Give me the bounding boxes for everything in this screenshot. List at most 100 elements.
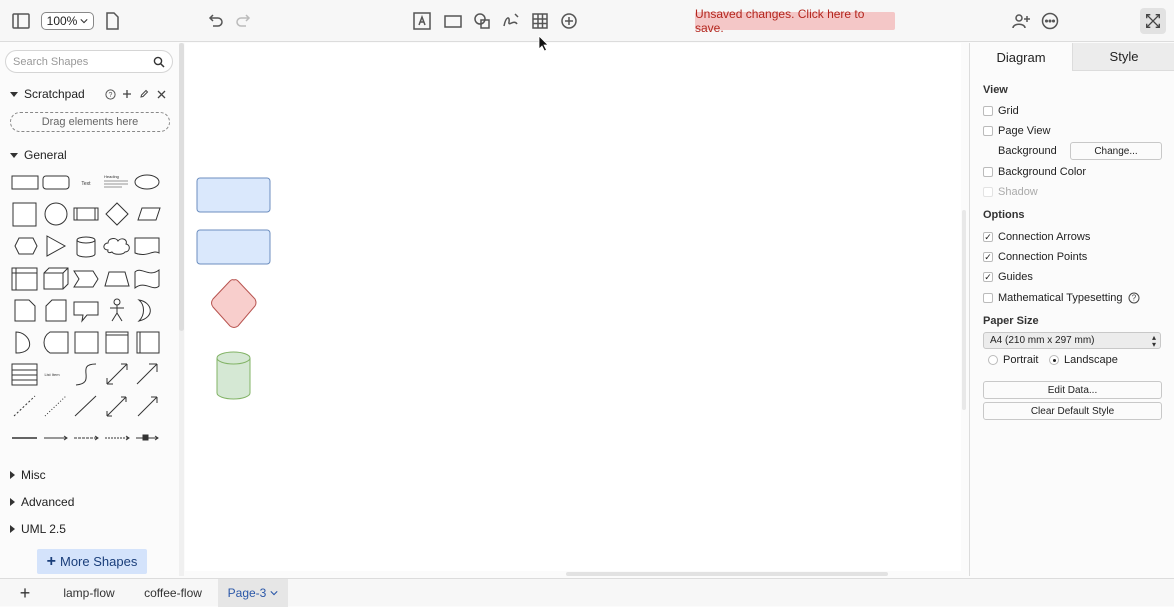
undo-icon[interactable] — [203, 9, 227, 33]
page-tab-coffee-flow[interactable]: coffee-flow — [130, 579, 216, 607]
shape-hexagon[interactable] — [14, 237, 38, 255]
shape-document[interactable] — [134, 237, 160, 256]
canvas-rectangle-2[interactable] — [196, 229, 271, 265]
change-background-button[interactable]: Change... — [1070, 142, 1162, 160]
shape-text[interactable]: Text — [81, 181, 91, 187]
shape-triangle[interactable] — [46, 235, 67, 257]
shape-frame[interactable] — [136, 331, 160, 354]
portrait-radio[interactable] — [988, 355, 998, 365]
freehand-icon[interactable] — [499, 9, 523, 33]
connection-arrows-checkbox[interactable]: ✓ — [983, 232, 993, 242]
shape-ellipse[interactable] — [134, 174, 160, 190]
landscape-option[interactable]: Landscape — [1049, 354, 1118, 366]
paper-size-select[interactable]: A4 (210 mm x 297 mm) ▴ ▾ — [983, 332, 1161, 349]
shape-list-item[interactable]: List Item — [44, 372, 60, 377]
shape-actor[interactable] — [110, 298, 124, 322]
help-icon[interactable]: ? — [1128, 292, 1140, 304]
canvas-horizontal-scrollbar[interactable] — [566, 572, 888, 576]
help-icon[interactable]: ? — [104, 88, 116, 100]
page-view-checkbox[interactable] — [983, 126, 993, 136]
page-tab-lamp-flow[interactable]: lamp-flow — [50, 579, 128, 607]
shape-list[interactable] — [11, 363, 38, 386]
shadow-checkbox[interactable] — [983, 187, 993, 197]
shape-dotted-connector[interactable] — [105, 435, 130, 441]
shape-arrow[interactable] — [136, 363, 158, 385]
close-icon[interactable] — [155, 88, 167, 100]
canvas-vertical-scrollbar[interactable] — [962, 210, 966, 410]
connection-points-option[interactable]: ✓ Connection Points — [983, 251, 1087, 263]
shape-container[interactable] — [105, 331, 129, 354]
grid-checkbox[interactable] — [983, 106, 993, 116]
section-misc[interactable]: Misc — [10, 468, 46, 482]
search-shapes-field[interactable] — [5, 50, 173, 73]
chevron-down-icon[interactable] — [270, 589, 278, 597]
section-advanced[interactable]: Advanced — [10, 495, 74, 509]
math-typesetting-checkbox[interactable] — [983, 293, 993, 303]
shape-heading[interactable]: Heading — [104, 174, 128, 188]
page-view-option[interactable]: Page View — [983, 125, 1050, 137]
shape-trapezoid[interactable] — [104, 271, 130, 287]
shape-rounded-rectangle[interactable] — [42, 175, 70, 190]
shape-square[interactable] — [12, 202, 37, 227]
shape-data-storage[interactable] — [43, 331, 69, 354]
share-icon[interactable] — [1009, 9, 1033, 33]
shape-step[interactable] — [73, 270, 99, 288]
shapes-panel-scrollbar[interactable] — [179, 43, 184, 576]
canvas-cylinder[interactable] — [216, 351, 251, 400]
scratchpad-header[interactable]: Scratchpad — [10, 87, 85, 101]
shape-and[interactable] — [15, 331, 30, 354]
shape-rectangle[interactable] — [11, 175, 39, 190]
insert-icon[interactable] — [557, 9, 581, 33]
background-color-option[interactable]: Background Color — [983, 166, 1086, 178]
unsaved-changes-button[interactable]: Unsaved changes. Click here to save. — [695, 7, 895, 35]
rectangle-icon[interactable] — [441, 9, 465, 33]
shape-internal-storage[interactable] — [11, 267, 38, 291]
shape-directional-connector[interactable] — [137, 396, 158, 417]
shape-bidirectional-arrow[interactable] — [106, 363, 128, 385]
shadow-option[interactable]: Shadow — [983, 186, 1038, 198]
shape-bidirectional-connector[interactable] — [106, 396, 127, 417]
shapes-icon[interactable] — [470, 9, 494, 33]
page-tab-page-3[interactable]: Page-3 — [218, 579, 288, 607]
general-header[interactable]: General — [10, 148, 67, 162]
background-color-checkbox[interactable] — [983, 167, 993, 177]
connection-points-checkbox[interactable]: ✓ — [983, 252, 993, 262]
add-icon[interactable] — [121, 88, 133, 100]
shape-card[interactable] — [45, 299, 67, 322]
math-typesetting-option[interactable]: Mathematical Typesetting ? — [983, 292, 1140, 304]
section-uml[interactable]: UML 2.5 — [10, 522, 66, 536]
edit-data-button[interactable]: Edit Data... — [983, 381, 1162, 399]
fullscreen-icon[interactable] — [1140, 8, 1166, 34]
shape-square-2[interactable] — [74, 331, 99, 354]
canvas-rectangle-1[interactable] — [196, 177, 271, 213]
portrait-option[interactable]: Portrait — [988, 354, 1038, 366]
shape-dashed-line[interactable] — [13, 395, 36, 417]
shape-cylinder[interactable] — [76, 236, 96, 258]
more-shapes-button[interactable]: + More Shapes — [37, 549, 147, 574]
more-icon[interactable] — [1038, 9, 1062, 33]
shape-dashed-connector[interactable] — [74, 435, 99, 441]
landscape-radio[interactable] — [1049, 355, 1059, 365]
shape-parallelogram[interactable] — [137, 207, 161, 221]
page-icon[interactable] — [100, 9, 124, 33]
clear-default-style-button[interactable]: Clear Default Style — [983, 402, 1162, 420]
format-panel-icon[interactable] — [9, 9, 33, 33]
canvas-diamond[interactable] — [211, 279, 257, 328]
text-icon[interactable] — [410, 9, 434, 33]
shape-line[interactable] — [74, 395, 97, 417]
guides-checkbox[interactable]: ✓ — [983, 272, 993, 282]
zoom-dropdown[interactable]: 100% — [41, 12, 94, 30]
shape-connector[interactable] — [44, 435, 68, 441]
shape-cube[interactable] — [43, 267, 69, 290]
guides-option[interactable]: ✓ Guides — [983, 271, 1033, 283]
shape-circle[interactable] — [44, 202, 68, 226]
search-input[interactable] — [13, 54, 148, 70]
shape-diamond[interactable] — [105, 202, 129, 226]
diagram-canvas[interactable] — [185, 43, 961, 571]
shape-or[interactable] — [137, 299, 151, 322]
shape-curve[interactable] — [75, 363, 97, 386]
shape-labeled-connector[interactable] — [136, 434, 159, 441]
shape-callout[interactable] — [73, 301, 99, 323]
tab-diagram[interactable]: Diagram — [970, 43, 1072, 71]
grid-option[interactable]: Grid — [983, 105, 1019, 117]
